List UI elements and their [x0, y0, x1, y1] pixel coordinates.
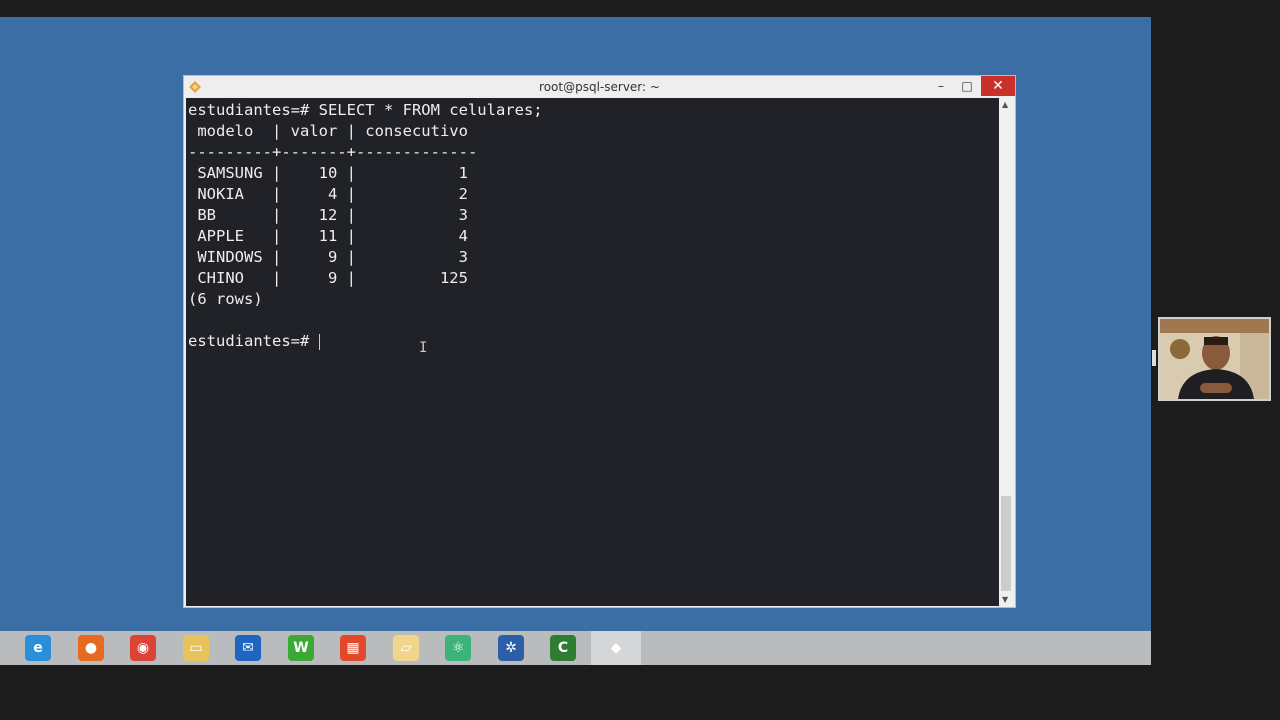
- minimize-button[interactable]: –: [929, 76, 953, 96]
- terminal-line: (6 rows): [188, 290, 263, 308]
- webcam-resize-handle[interactable]: [1152, 350, 1156, 366]
- terminal-line: SAMSUNG | 10 | 1: [188, 164, 468, 182]
- terminal-prompt: estudiantes=#: [188, 332, 319, 350]
- scroll-down-arrow-icon[interactable]: ▼: [1002, 595, 1008, 604]
- maximize-button[interactable]: □: [955, 76, 979, 96]
- terminal-line: CHINO | 9 | 125: [188, 269, 468, 287]
- file-explorer-icon[interactable]: ▭: [183, 635, 209, 661]
- internet-explorer-icon[interactable]: e: [25, 635, 51, 661]
- scrollbar-thumb[interactable]: [1001, 496, 1011, 591]
- terminal-line: NOKIA | 4 | 2: [188, 185, 468, 203]
- firefox-icon[interactable]: ●: [78, 635, 104, 661]
- terminal-scrollbar[interactable]: ▲ ▼: [999, 98, 1013, 606]
- terminal-window: root@psql-server: ~ – □ ✕ estudiantes=# …: [183, 75, 1016, 608]
- close-button[interactable]: ✕: [981, 76, 1015, 96]
- chrome-icon[interactable]: ◉: [130, 635, 156, 661]
- terminal-line: APPLE | 11 | 4: [188, 227, 468, 245]
- mail-icon[interactable]: ✉: [235, 635, 261, 661]
- terminal-line: ​: [188, 310, 999, 331]
- terminal-line: estudiantes=# SELECT * FROM celulares;: [188, 101, 543, 119]
- gear-flower-icon[interactable]: ✲: [498, 635, 524, 661]
- atom-icon[interactable]: ⚛: [445, 635, 471, 661]
- window-titlebar[interactable]: root@psql-server: ~ – □ ✕: [184, 76, 1015, 98]
- terminal-line: ---------+-------+-------------: [188, 143, 478, 161]
- app-grid-icon[interactable]: ▦: [340, 635, 366, 661]
- camtasia-icon[interactable]: C: [550, 635, 576, 661]
- terminal-line: BB | 12 | 3: [188, 206, 468, 224]
- text-cursor: [318, 333, 320, 350]
- folder-icon[interactable]: ▱: [393, 635, 419, 661]
- ibeam-cursor-icon: I: [419, 340, 428, 356]
- window-title: root@psql-server: ~: [539, 80, 660, 94]
- taskbar: e ● ◉ ▭ ✉ W ▦ ▱ ⚛ ✲ C ◆: [0, 631, 1151, 665]
- terminal-line: WINDOWS | 9 | 3: [188, 248, 468, 266]
- webcam-overlay: [1158, 317, 1271, 401]
- terminal-app-icon[interactable]: ◆: [603, 635, 629, 661]
- terminal-line: modelo | valor | consecutivo: [188, 122, 468, 140]
- scroll-up-arrow-icon[interactable]: ▲: [1002, 100, 1008, 109]
- word-icon[interactable]: W: [288, 635, 314, 661]
- terminal-prompt-line[interactable]: estudiantes=#: [188, 331, 999, 352]
- webcam-person-image: [1160, 319, 1269, 399]
- terminal-output[interactable]: estudiantes=# SELECT * FROM celulares; m…: [186, 98, 999, 606]
